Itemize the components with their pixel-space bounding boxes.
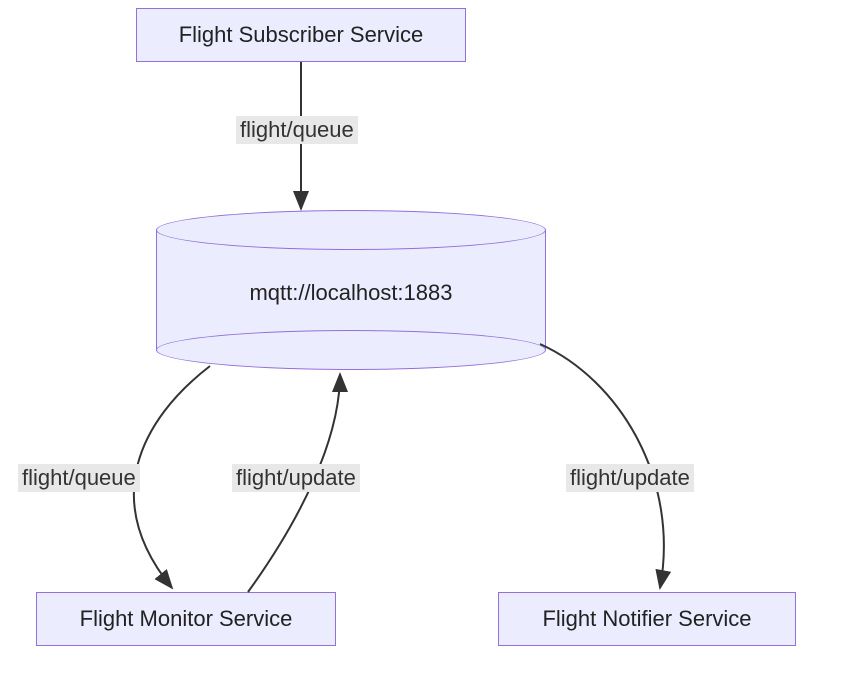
cylinder-top xyxy=(156,210,546,250)
edge-label-subscriber-to-broker: flight/queue xyxy=(236,116,358,144)
node-label: mqtt://localhost:1883 xyxy=(156,280,546,306)
node-label: Flight Monitor Service xyxy=(80,606,293,632)
node-flight-notifier-service: Flight Notifier Service xyxy=(498,592,796,646)
arrow-broker-to-monitor xyxy=(134,366,210,588)
edge-label-broker-to-notifier: flight/update xyxy=(566,464,694,492)
node-flight-subscriber-service: Flight Subscriber Service xyxy=(136,8,466,62)
edge-label-monitor-to-broker: flight/update xyxy=(232,464,360,492)
node-mqtt-broker: mqtt://localhost:1883 xyxy=(156,210,546,370)
node-label: Flight Subscriber Service xyxy=(179,22,424,48)
edge-label-broker-to-monitor: flight/queue xyxy=(18,464,140,492)
node-label: Flight Notifier Service xyxy=(542,606,751,632)
node-flight-monitor-service: Flight Monitor Service xyxy=(36,592,336,646)
cylinder-bottom xyxy=(156,330,546,370)
